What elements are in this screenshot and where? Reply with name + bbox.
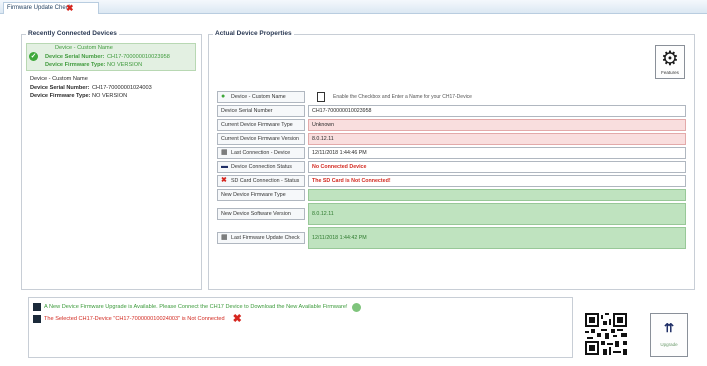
features-button[interactable]: ⚙ Features bbox=[655, 45, 685, 79]
prop-label: Device - Custom Name bbox=[231, 94, 286, 100]
firmware-value: NO VERSION bbox=[107, 62, 143, 68]
prop-label: New Device Software Version bbox=[217, 208, 305, 220]
recent-device-item[interactable]: Device - Custom Name Device Serial Numbe… bbox=[26, 75, 196, 103]
prop-value: 8.0.12.11 bbox=[308, 133, 686, 145]
serial-label: Device Serial Number: bbox=[30, 85, 90, 91]
tab-bar: Firmware Update Check ✖ bbox=[0, 0, 707, 14]
prop-label: Device Connection Status bbox=[231, 164, 292, 170]
prop-value: 8.0.12.11 bbox=[308, 203, 686, 225]
device-properties-title: Actual Device Properties bbox=[213, 30, 294, 37]
notification-icon bbox=[33, 303, 41, 311]
prop-label: Device Serial Number bbox=[217, 105, 305, 117]
notification-not-connected: The Selected CH17-Device "CH17-700000010… bbox=[33, 313, 242, 325]
prop-value: No Connected Device bbox=[308, 161, 686, 173]
prop-value bbox=[308, 189, 686, 201]
serial-value: CH17-70000001024003 bbox=[92, 85, 152, 91]
error-x-icon: ✖ bbox=[232, 313, 242, 325]
prop-label: Last Connection - Device bbox=[231, 150, 291, 156]
notification-icon bbox=[33, 315, 41, 323]
upgrade-label: Upgrade bbox=[660, 342, 678, 347]
device-properties-panel: Actual Device Properties ⚙ Features ● Dev… bbox=[208, 30, 695, 290]
serial-value: CH17-700000010023958 bbox=[107, 54, 170, 60]
prop-value: 12/11/2018 1:44:42 PM bbox=[308, 227, 686, 249]
features-label: Features bbox=[661, 70, 679, 75]
firmware-value: NO VERSION bbox=[92, 93, 128, 99]
prop-value: 12/11/2018 1:44:46 PM bbox=[308, 147, 686, 159]
close-icon[interactable]: ✖ bbox=[66, 3, 74, 14]
prop-label: SD Card Connection - Status bbox=[231, 178, 300, 184]
prop-label: Current Device Firmware Type bbox=[217, 119, 305, 131]
connected-check-icon: ✓ bbox=[29, 52, 38, 61]
notification-panel: A New Device Firmware Upgrade is Availab… bbox=[28, 297, 573, 358]
device-name: Device - Custom Name bbox=[30, 76, 88, 82]
prop-value: CH17-700000010023958 bbox=[308, 105, 686, 117]
prop-value: Unknown bbox=[308, 119, 686, 131]
prop-value: The SD Card is Not Connected! bbox=[308, 175, 686, 187]
device-name: Device - Custom Name bbox=[55, 45, 113, 51]
laptop-icon: ▬ bbox=[221, 163, 228, 170]
device-ok-icon: ● bbox=[221, 93, 226, 100]
upgrade-button[interactable]: ⇈ Upgrade bbox=[650, 313, 688, 357]
status-ok-icon bbox=[351, 302, 361, 312]
prop-label: Last Firmware Update Check bbox=[231, 235, 300, 241]
recent-devices-title: Recently Connected Devices bbox=[26, 30, 119, 37]
calendar-icon: ▦ bbox=[221, 149, 228, 156]
serial-label: Device Serial Number: bbox=[45, 54, 105, 60]
upgrade-arrows-icon: ⇈ bbox=[663, 321, 675, 335]
custom-name-checkbox[interactable] bbox=[317, 92, 325, 102]
calendar-icon: ▦ bbox=[221, 234, 228, 241]
notification-upgrade-available: A New Device Firmware Upgrade is Availab… bbox=[33, 302, 361, 312]
prop-label: Current Device Firmware Version bbox=[217, 133, 305, 145]
gear-icon: ⚙ bbox=[661, 48, 679, 70]
firmware-label: Device Firmware Type: bbox=[45, 62, 106, 68]
recent-device-item[interactable]: ✓ Device - Custom Name Device Serial Num… bbox=[26, 43, 196, 71]
recent-devices-panel: Recently Connected Devices ✓ Device - Cu… bbox=[21, 30, 202, 290]
prop-label: New Device Firmware Type bbox=[217, 189, 305, 201]
custom-name-hint: Enable the Checkbox and Enter a Name for… bbox=[333, 94, 472, 100]
tab-firmware-update-check[interactable]: Firmware Update Check ✖ bbox=[3, 2, 99, 14]
qr-code-icon bbox=[585, 313, 627, 355]
tab-label: Firmware Update Check bbox=[7, 5, 72, 11]
error-x-icon: ✖ bbox=[221, 177, 227, 184]
firmware-label: Device Firmware Type: bbox=[30, 93, 91, 99]
